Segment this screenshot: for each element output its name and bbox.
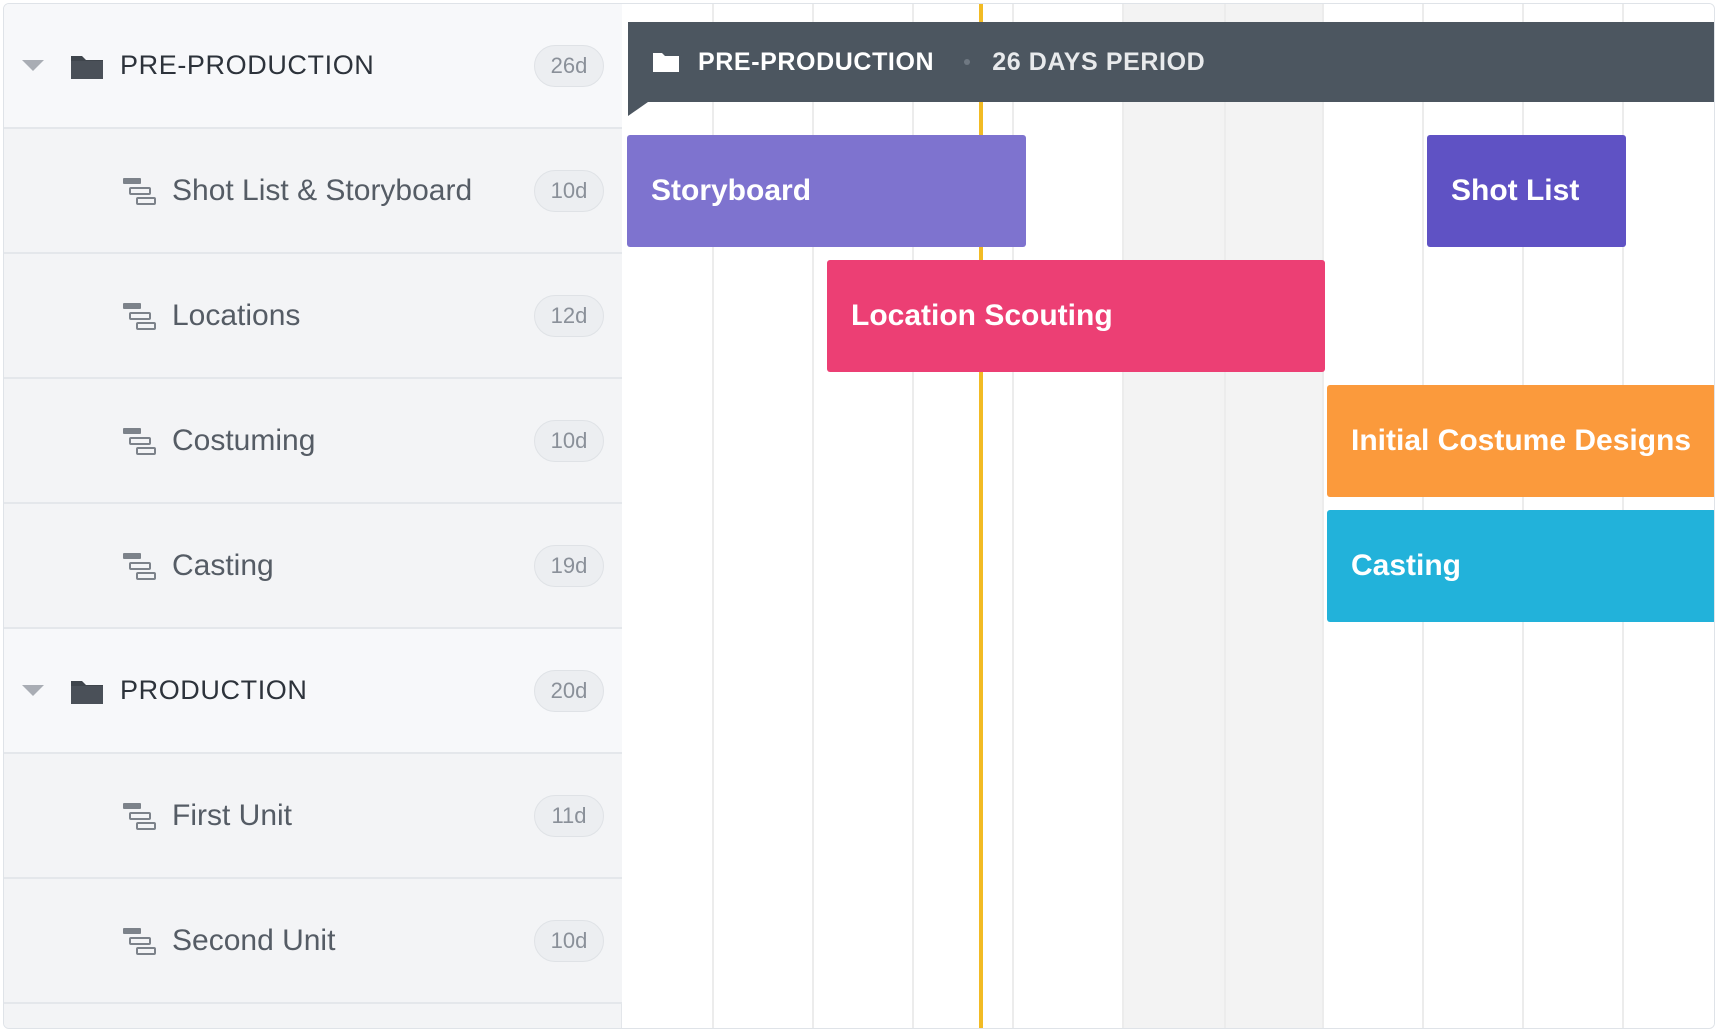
duration-badge: 26d — [534, 44, 604, 87]
duration-badge: 10d — [534, 419, 604, 462]
day-gridline — [1224, 4, 1226, 1028]
group-label: PRE-PRODUCTION — [120, 50, 375, 80]
task-list-icon — [123, 427, 156, 455]
outline-task-first-unit[interactable]: First Unit 11d — [4, 754, 622, 879]
task-list-icon — [123, 177, 156, 205]
outline-group-pre-production[interactable]: PRE-PRODUCTION 26d — [4, 4, 622, 129]
duration-badge: 10d — [534, 919, 604, 962]
caret-down-icon[interactable] — [22, 60, 44, 71]
folder-icon — [653, 53, 679, 72]
outline-task-shot-list-storyboard[interactable]: Shot List & Storyboard 10d — [4, 129, 622, 254]
task-list-icon — [123, 927, 156, 955]
task-list-icon — [123, 802, 156, 830]
outline-task-costuming[interactable]: Costuming 10d — [4, 379, 622, 504]
duration-badge: 20d — [534, 669, 604, 712]
duration-badge: 12d — [534, 294, 604, 337]
day-gridline — [1122, 4, 1124, 1028]
task-label: Casting — [172, 548, 274, 582]
task-bar-location-scouting[interactable]: Location Scouting — [827, 260, 1325, 372]
phase-header-notch — [628, 102, 648, 116]
outline-panel: PRE-PRODUCTION 26d Shot List & Storyboar… — [4, 4, 622, 1028]
separator-dot — [964, 59, 971, 65]
duration-badge: 19d — [534, 544, 604, 587]
gantt-chart: PRE-PRODUCTION 26d Shot List & Storyboar… — [3, 3, 1715, 1029]
folder-icon — [71, 55, 103, 79]
outline-group-production[interactable]: PRODUCTION 20d — [4, 629, 622, 754]
task-bar-label: Casting — [1351, 549, 1462, 582]
task-label: Second Unit — [172, 923, 336, 957]
task-bar-shot-list[interactable]: Shot List — [1427, 135, 1626, 247]
task-list-icon — [123, 552, 156, 580]
timeline-area[interactable]: PRE-PRODUCTION 26 DAYS PERIOD Storyboard… — [622, 4, 1714, 1028]
outline-task-locations[interactable]: Locations 12d — [4, 254, 622, 379]
phase-name: PRE-PRODUCTION — [698, 47, 935, 76]
day-gridline — [1322, 4, 1324, 1028]
phase-period: 26 DAYS PERIOD — [992, 47, 1206, 76]
task-bar-storyboard[interactable]: Storyboard — [627, 135, 1026, 247]
duration-badge: 10d — [534, 169, 604, 212]
task-list-icon — [123, 302, 156, 330]
duration-badge: 11d — [534, 794, 604, 837]
task-bar-label: Storyboard — [651, 174, 812, 207]
group-label: PRODUCTION — [120, 675, 308, 705]
task-label: First Unit — [172, 798, 292, 832]
task-bar-casting[interactable]: Casting — [1327, 510, 1714, 622]
task-bar-label: Shot List — [1451, 174, 1580, 207]
task-label: Locations — [172, 298, 301, 332]
task-label: Shot List & Storyboard — [172, 173, 473, 207]
task-label: Costuming — [172, 423, 316, 457]
task-bar-initial-costume-designs[interactable]: Initial Costume Designs — [1327, 385, 1714, 497]
task-bar-label: Location Scouting — [851, 299, 1113, 332]
outline-task-second-unit[interactable]: Second Unit 10d — [4, 879, 622, 1004]
task-bar-label: Initial Costume Designs — [1351, 424, 1692, 457]
caret-down-icon[interactable] — [22, 685, 44, 696]
phase-header-bar[interactable]: PRE-PRODUCTION 26 DAYS PERIOD — [628, 22, 1714, 102]
outline-task-casting[interactable]: Casting 19d — [4, 504, 622, 629]
folder-icon — [71, 680, 103, 704]
